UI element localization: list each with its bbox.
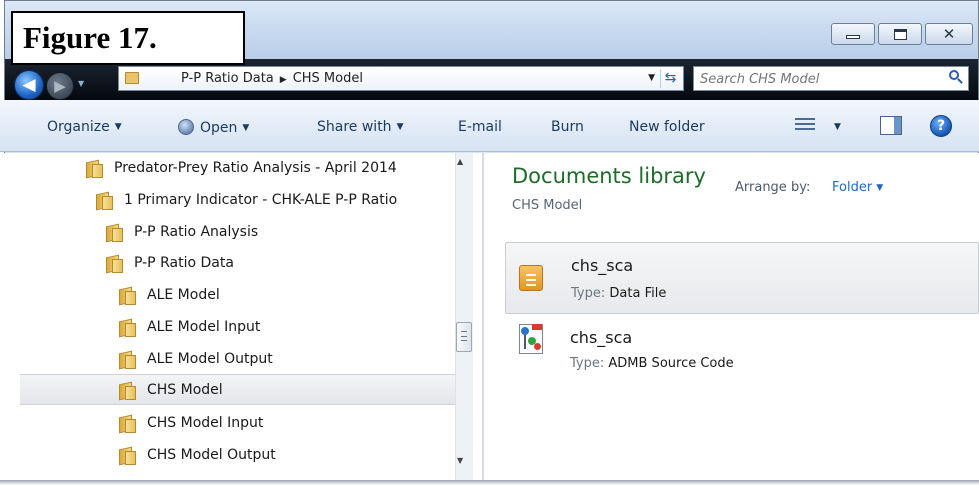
file-name: chs_sca — [570, 328, 633, 347]
back-button[interactable]: ◀ — [14, 70, 44, 100]
search-box[interactable] — [693, 66, 969, 91]
refresh-icon[interactable]: ⇆ — [660, 69, 680, 88]
burn-label: Burn — [551, 119, 584, 135]
tree-item-label: Predator-Prey Ratio Analysis - April 201… — [114, 159, 397, 176]
tree-item-predator-prey-ratio-analysis[interactable]: Predator-Prey Ratio Analysis - April 201… — [86, 152, 397, 183]
forward-button[interactable]: ▶ — [46, 72, 74, 100]
folder-icon — [119, 382, 137, 400]
search-input[interactable] — [700, 70, 940, 88]
tree-item-ale-model-input[interactable]: ALE Model Input — [119, 311, 260, 342]
file-name: chs_sca — [571, 256, 634, 275]
open-with-icon — [178, 119, 194, 135]
tree-item-p-p-ratio-analysis[interactable]: P-P Ratio Analysis — [106, 216, 258, 247]
folder-icon — [119, 447, 137, 465]
address-bar[interactable]: P-P Ratio Data ▶ CHS Model ▼ ⇆ — [118, 66, 684, 91]
search-icon[interactable] — [949, 70, 963, 84]
breadcrumb: P-P Ratio Data ▶ CHS Model — [181, 71, 363, 86]
share-with-menu[interactable]: Share with ▼ — [317, 119, 403, 135]
folder-icon — [96, 192, 114, 210]
open-menu[interactable]: Open ▼ — [178, 119, 249, 136]
scroll-up-icon[interactable]: ▲ — [457, 157, 463, 166]
arrange-by-value: Folder — [832, 180, 873, 195]
close-icon: ✕ — [942, 24, 956, 43]
folder-icon — [119, 415, 137, 433]
scroll-down-icon[interactable]: ▼ — [457, 456, 463, 465]
folder-icon — [119, 351, 137, 369]
tree-item-chs-model-input[interactable]: CHS Model Input — [119, 407, 263, 438]
tree-item-ale-model-output[interactable]: ALE Model Output — [119, 343, 273, 374]
folder-icon — [86, 160, 104, 178]
tree-item-label: P-P Ratio Data — [134, 254, 234, 271]
file-type-key: Type: — [570, 356, 605, 371]
file-type: Type: ADMB Source Code — [570, 356, 734, 371]
admb-source-icon — [519, 324, 543, 354]
back-arrow-icon: ◀ — [22, 75, 36, 95]
help-icon[interactable]: ? — [930, 115, 952, 137]
tree-item-chs-model[interactable]: CHS Model — [20, 374, 455, 405]
library-subtitle: CHS Model — [512, 198, 583, 213]
minimize-icon — [846, 35, 860, 39]
breadcrumb-separator-icon[interactable]: ▶ — [280, 75, 287, 85]
organize-label: Organize — [47, 119, 110, 135]
open-label: Open — [200, 120, 238, 136]
library-title: Documents library — [512, 164, 706, 188]
tree-item-label: 1 Primary Indicator - CHK-ALE P-P Ratio — [124, 191, 398, 208]
tree-item-label: CHS Model Output — [147, 446, 276, 463]
chevron-down-icon: ▼ — [396, 122, 404, 132]
arrange-by-label: Arrange by: — [735, 180, 811, 195]
new-folder-label: New folder — [629, 119, 705, 135]
maximize-button[interactable] — [878, 23, 922, 45]
chevron-down-icon: ▼ — [114, 122, 122, 132]
tree-item-label: CHS Model — [147, 381, 223, 398]
preview-pane-icon[interactable] — [880, 116, 902, 135]
view-dropdown-icon[interactable]: ▼ — [834, 122, 841, 132]
breadcrumb-p-p-ratio-data[interactable]: P-P Ratio Data — [181, 71, 274, 86]
burn-button[interactable]: Burn — [551, 119, 584, 135]
folder-icon — [125, 72, 139, 84]
tree-item-label: P-P Ratio Analysis — [134, 223, 259, 240]
email-button[interactable]: E-mail — [458, 119, 502, 135]
scroll-grip-icon — [461, 331, 467, 341]
file-item-data-file[interactable]: chs_sca Type: Data File — [505, 242, 979, 314]
organize-menu[interactable]: Organize ▼ — [47, 119, 122, 135]
data-file-icon — [519, 265, 543, 291]
email-label: E-mail — [458, 119, 502, 135]
address-dropdown-icon[interactable]: ▼ — [648, 73, 655, 83]
share-with-label: Share with — [317, 119, 392, 135]
file-type-key: Type: — [571, 286, 606, 301]
file-type: Type: Data File — [571, 286, 666, 301]
tree-item-label: ALE Model — [147, 286, 220, 303]
chevron-down-icon: ▼ — [242, 123, 250, 133]
minimize-button[interactable] — [831, 23, 875, 45]
file-type-value: Data File — [609, 286, 667, 301]
folder-icon — [119, 319, 137, 337]
window-shadow — [0, 480, 979, 485]
close-button[interactable]: ✕ — [925, 23, 973, 45]
tree-item-ale-model[interactable]: ALE Model — [119, 279, 220, 310]
folder-icon — [119, 287, 137, 305]
change-view-icon[interactable] — [795, 116, 815, 134]
file-type-value: ADMB Source Code — [608, 356, 734, 371]
tree-item-primary-indicator[interactable]: 1 Primary Indicator - CHK-ALE P-P Ratio — [96, 184, 397, 215]
folder-icon — [106, 255, 124, 273]
forward-arrow-icon: ▶ — [54, 77, 66, 95]
tree-item-chs-model-output[interactable]: CHS Model Output — [119, 439, 276, 470]
tree-item-p-p-ratio-data[interactable]: P-P Ratio Data — [106, 247, 234, 278]
tree-item-label: ALE Model Output — [147, 350, 273, 367]
tree-item-label: CHS Model Input — [147, 414, 264, 431]
recent-pages-dropdown[interactable]: ▼ — [78, 79, 84, 88]
chevron-down-icon: ▼ — [876, 183, 884, 193]
arrange-by-dropdown[interactable]: Folder ▼ — [832, 180, 883, 195]
figure-label: Figure 17. — [11, 11, 245, 65]
new-folder-button[interactable]: New folder — [629, 119, 705, 135]
tree-item-label: ALE Model Input — [147, 318, 261, 335]
folder-icon — [106, 224, 124, 242]
maximize-icon — [893, 28, 907, 40]
file-item-admb-source[interactable]: chs_sca Type: ADMB Source Code — [505, 316, 979, 388]
nav-scrollbar[interactable] — [455, 153, 473, 480]
breadcrumb-chs-model[interactable]: CHS Model — [293, 71, 363, 86]
